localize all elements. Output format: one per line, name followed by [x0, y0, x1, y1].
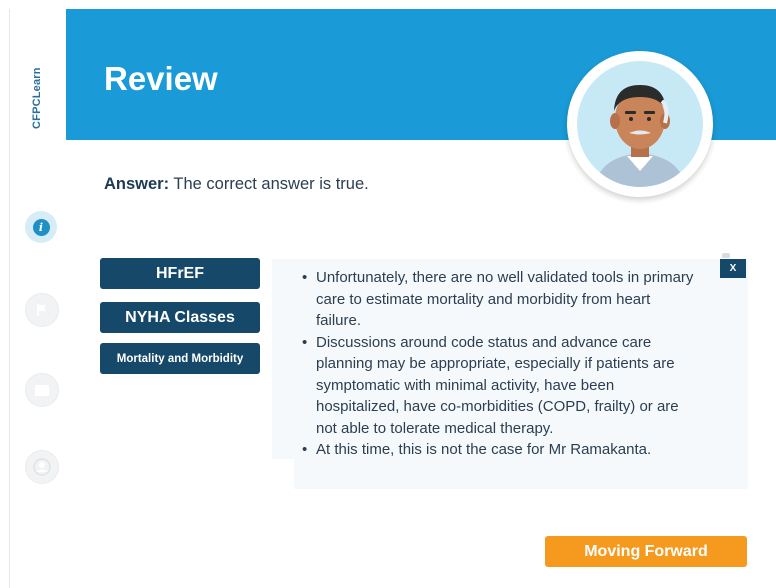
page-title: Review — [104, 60, 218, 97]
window-icon — [35, 385, 49, 396]
button-label: Moving Forward — [584, 542, 708, 560]
list-item: Unfortunately, there are no well validat… — [302, 267, 697, 332]
close-handle — [722, 253, 730, 258]
bullet-list: Unfortunately, there are no well validat… — [302, 267, 697, 461]
sidebar-item-window[interactable] — [25, 373, 59, 407]
close-icon: X — [729, 263, 737, 274]
close-button[interactable]: X — [720, 259, 746, 278]
moving-forward-button[interactable]: Moving Forward — [545, 536, 747, 567]
sidebar-item-user[interactable] — [25, 450, 59, 484]
tab-label: NYHA Classes — [125, 308, 235, 326]
answer-value: The correct answer is true. — [173, 175, 369, 193]
list-item: Discussions around code status and advan… — [302, 332, 697, 440]
tab-label: HFrEF — [156, 264, 204, 282]
content-panel: Unfortunately, there are no well validat… — [272, 259, 748, 489]
tab-nyha-classes[interactable]: NYHA Classes — [100, 302, 260, 333]
answer-text: Answer: The correct answer is true. — [104, 175, 369, 194]
sidebar-item-flag[interactable] — [25, 293, 59, 327]
tab-mortality-and-morbidity[interactable]: Mortality and Morbidity — [100, 343, 260, 374]
user-icon — [33, 458, 51, 476]
list-item: At this time, this is not the case for M… — [302, 439, 697, 461]
sidebar-item-info[interactable]: i — [25, 211, 57, 243]
info-icon: i — [32, 218, 50, 236]
answer-label: Answer: — [104, 175, 170, 193]
avatar — [567, 51, 713, 197]
brand-logo: CFPCLearn — [31, 67, 43, 129]
patient-portrait-icon — [595, 85, 685, 187]
tab-label: Mortality and Morbidity — [116, 352, 244, 365]
flag-icon — [37, 304, 46, 316]
tab-hfref[interactable]: HFrEF — [100, 258, 260, 289]
